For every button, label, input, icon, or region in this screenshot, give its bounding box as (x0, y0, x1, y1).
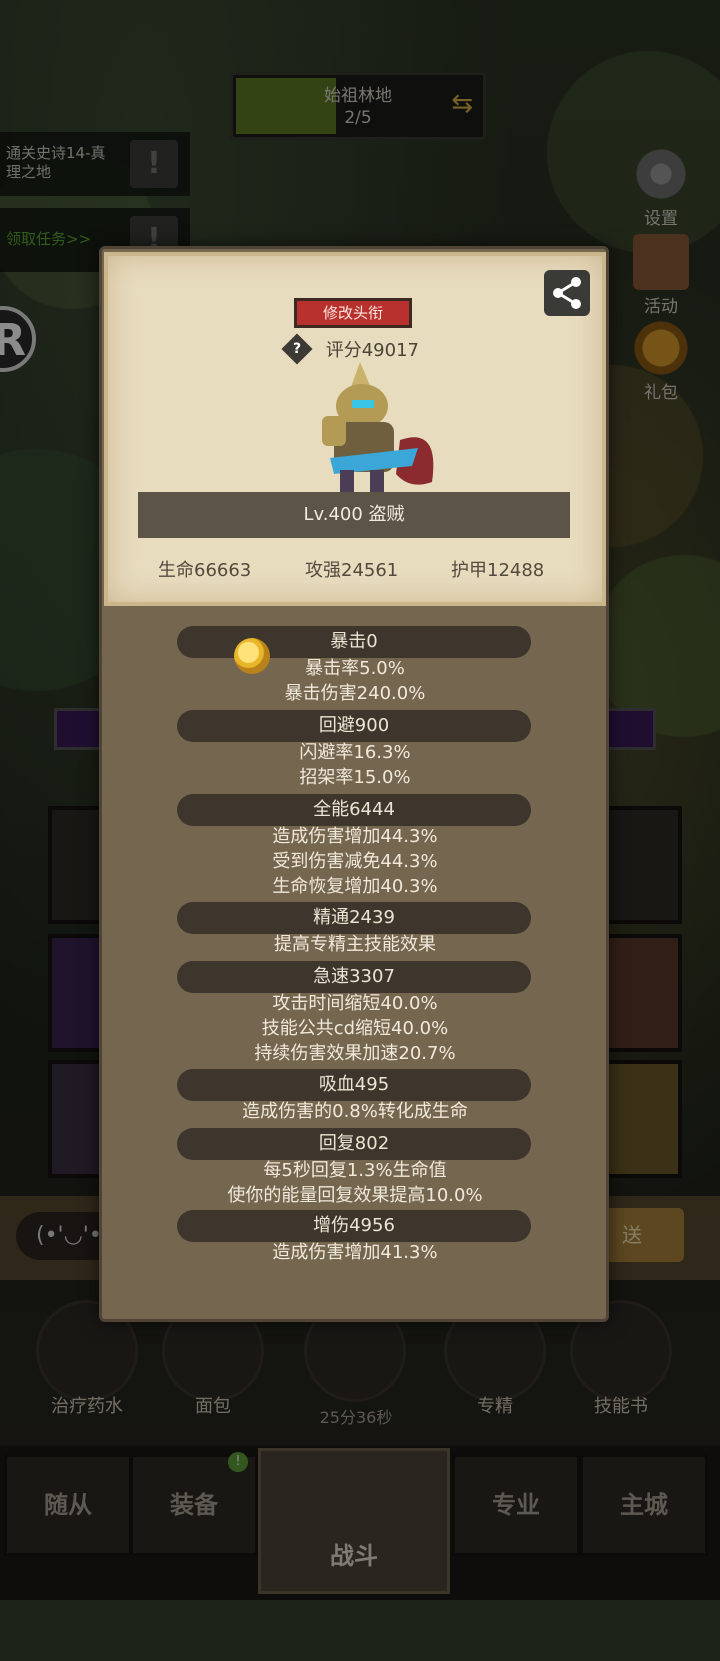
mastery-detail: 提高专精主技能效果 (274, 934, 436, 955)
section-header-crit: 暴击0 (177, 626, 531, 658)
versatility-detail: 受到伤害减免44.3% (272, 851, 438, 872)
gold-coin-icon (234, 638, 270, 674)
haste-detail: 持续伤害效果加速20.7% (254, 1043, 456, 1064)
attack-stat: 攻强24561 (305, 560, 399, 581)
damage-bonus-detail: 造成伤害增加41.3% (272, 1242, 438, 1263)
versatility-detail: 生命恢复增加40.3% (272, 876, 438, 897)
crit-detail: 暴击率5.0% (305, 658, 405, 679)
score-value: 评分49017 (325, 340, 419, 361)
dodge-detail: 闪避率16.3% (299, 742, 411, 763)
score-row: ? 评分49017 (281, 333, 419, 365)
regen-detail: 使你的能量回复效果提高10.0% (227, 1185, 483, 1206)
section-header-damage-bonus: 增伤4956 (177, 1210, 531, 1242)
hp-stat: 生命66663 (158, 560, 252, 581)
section-header-lifesteal: 吸血495 (177, 1069, 531, 1101)
share-button[interactable] (544, 270, 590, 316)
help-icon[interactable]: ? (281, 333, 313, 365)
section-header-dodge: 回避900 (177, 710, 531, 742)
dodge-detail: 招架率15.0% (299, 767, 411, 788)
share-icon (553, 277, 581, 309)
edit-title-button[interactable]: 修改头衔 (294, 298, 412, 328)
section-header-regen: 回复802 (177, 1128, 531, 1160)
section-header-mastery: 精通2439 (177, 902, 531, 934)
haste-detail: 技能公共cd缩短40.0% (261, 1018, 449, 1039)
hero-avatar (322, 362, 434, 492)
haste-detail: 攻击时间缩短40.0% (272, 993, 438, 1014)
lifesteal-detail: 造成伤害的0.8%转化成生命 (242, 1101, 468, 1122)
versatility-detail: 造成伤害增加44.3% (272, 826, 438, 847)
section-header-haste: 急速3307 (177, 961, 531, 993)
section-header-versatility: 全能6444 (177, 794, 531, 826)
armor-stat: 护甲12488 (451, 560, 545, 581)
crit-detail: 暴击伤害240.0% (284, 683, 426, 704)
regen-detail: 每5秒回复1.3%生命值 (263, 1160, 447, 1181)
level-class: Lv.400 盗贼 (138, 492, 570, 538)
